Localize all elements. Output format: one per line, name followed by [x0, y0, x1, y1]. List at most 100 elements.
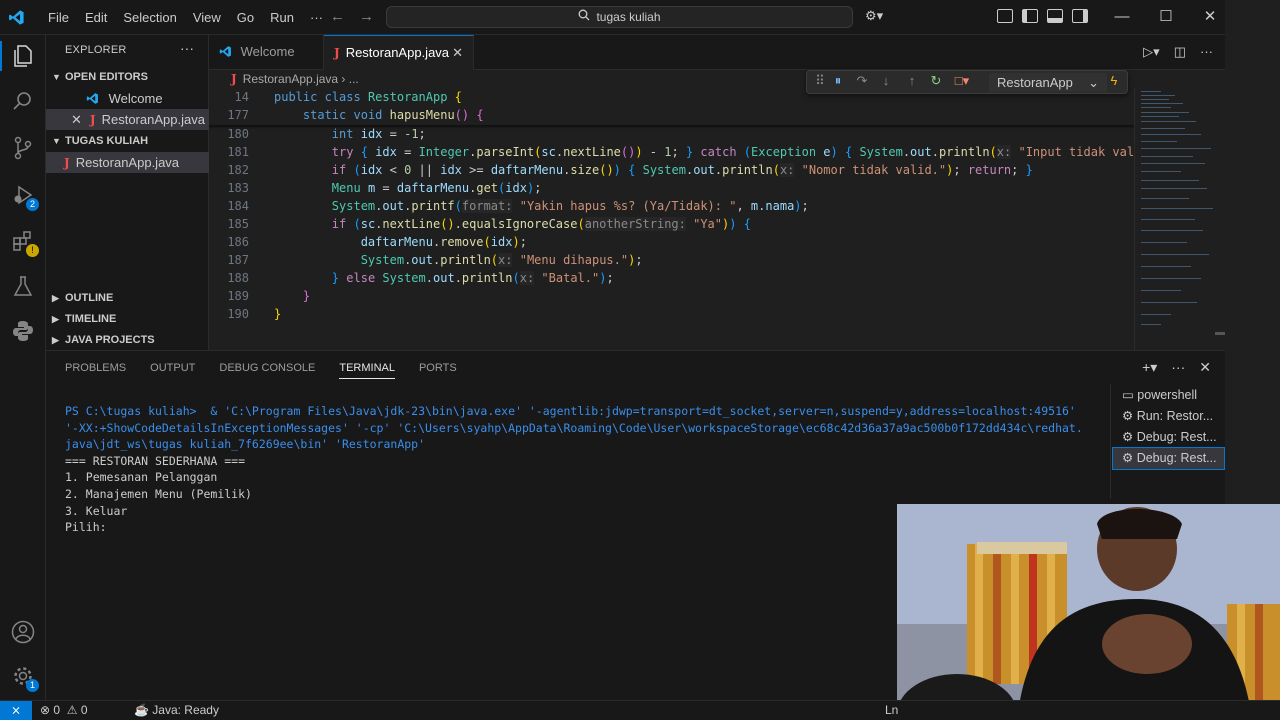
java-projects-label: JAVA PROJECTS	[65, 334, 155, 346]
customize-layout-icon[interactable]	[997, 9, 1013, 23]
code-editor[interactable]: 179 System.out.print(s: "Pilih nomor men…	[209, 88, 1134, 350]
explorer-header: EXPLORER	[65, 44, 127, 56]
outline-label: OUTLINE	[65, 292, 114, 304]
search-icon[interactable]	[11, 90, 35, 114]
toggle-panel-icon[interactable]	[1047, 9, 1063, 23]
window-controls: — ☐ ✕	[1100, 0, 1232, 35]
timeline-label: TIMELINE	[65, 313, 117, 325]
toggle-secondary-sidebar-icon[interactable]	[1072, 9, 1088, 23]
breadcrumb-more[interactable]: ...	[349, 72, 359, 86]
terminal-line-args: '-XX:+ShowCodeDetailsInExceptionMessages…	[65, 420, 1110, 437]
menu-file[interactable]: File	[40, 10, 77, 25]
menu-view[interactable]: View	[185, 10, 229, 25]
maximize-icon[interactable]: ☐	[1144, 0, 1188, 35]
line-number: 190	[227, 307, 249, 321]
close-tab-icon[interactable]: ✕	[452, 36, 463, 69]
error-icon: ⊗	[40, 703, 51, 717]
source-control-icon[interactable]	[11, 136, 35, 160]
tab-restoranapp[interactable]: J RestoranApp.java ✕	[324, 35, 474, 70]
problems-status[interactable]: ⊗ 0 ⚠ 0	[40, 701, 88, 720]
open-editors-label: OPEN EDITORS	[65, 71, 148, 83]
step-out-icon[interactable]: ↑	[903, 73, 921, 88]
extensions-icon[interactable]: !	[11, 230, 39, 257]
menu-run[interactable]: Run	[262, 10, 302, 25]
tab-problems[interactable]: PROBLEMS	[65, 362, 126, 379]
minimap-line	[1141, 95, 1175, 96]
minimap-line	[1141, 171, 1181, 172]
close-panel-icon[interactable]: ✕	[1199, 359, 1211, 376]
editor-actions: ▷▾ ◫ ···	[1143, 44, 1213, 60]
stop-icon[interactable]: □▾	[953, 73, 971, 89]
minimap-line	[1141, 266, 1191, 267]
command-center-search[interactable]: tugas kuliah	[386, 6, 853, 28]
open-editor-welcome[interactable]: Welcome	[46, 88, 209, 109]
java-file-icon: J	[89, 113, 96, 127]
tab-debug-console[interactable]: DEBUG CONSOLE	[219, 362, 315, 379]
copilot-icon[interactable]: ⚙▾	[865, 8, 883, 24]
line-number: 186	[227, 235, 249, 249]
menu-edit[interactable]: Edit	[77, 10, 115, 25]
tab-terminal[interactable]: TERMINAL	[339, 362, 395, 379]
minimap-line	[1141, 107, 1171, 108]
menu-selection[interactable]: Selection	[115, 10, 184, 25]
menu-go[interactable]: Go	[229, 10, 262, 25]
toggle-sidebar-icon[interactable]	[1022, 9, 1038, 23]
forward-arrow-icon[interactable]: →	[359, 8, 374, 25]
java-status[interactable]: ☕ Java: Ready	[134, 701, 219, 720]
run-debug-icon[interactable]: 2	[11, 184, 39, 211]
step-over-icon[interactable]: ↷	[853, 73, 871, 89]
explorer-icon[interactable]	[11, 44, 35, 68]
terminal-line-prompt: PS C:\tugas kuliah> & 'C:\Program Files\…	[65, 403, 1110, 420]
terminal-icon: ▭	[1122, 388, 1138, 402]
tab-welcome[interactable]: Welcome	[209, 35, 324, 70]
terminal-item-debug[interactable]: ⚙ Debug: Rest...	[1113, 427, 1224, 448]
open-editor-restoranapp[interactable]: ✕ J RestoranApp.java	[46, 109, 209, 130]
tab-output[interactable]: OUTPUT	[150, 362, 195, 379]
drag-handle-icon[interactable]: ⠿	[811, 73, 829, 89]
close-editor-icon[interactable]: ✕	[71, 112, 82, 127]
hot-code-replace-icon[interactable]: ϟ	[1105, 73, 1123, 88]
remote-indicator-icon[interactable]: ⨯	[0, 701, 32, 720]
terminal-item-label: Debug: Rest...	[1136, 451, 1217, 465]
timeline-section[interactable]: ▶ TIMELINE	[46, 309, 209, 330]
minimap-line	[1141, 254, 1209, 255]
more-actions-icon[interactable]: ···	[1171, 359, 1185, 376]
file-restoranapp[interactable]: J RestoranApp.java	[46, 152, 209, 173]
debug-badge: 2	[26, 198, 39, 211]
folder-section[interactable]: ▼ TUGAS KULIAH	[46, 131, 209, 152]
settings-gear-icon[interactable]: 1	[11, 665, 39, 692]
step-into-icon[interactable]: ↓	[877, 73, 895, 88]
cursor-position[interactable]: Ln	[885, 701, 898, 720]
tab-ports[interactable]: PORTS	[419, 362, 457, 379]
debug-session-select[interactable]: RestoranApp ⌄	[989, 73, 1107, 92]
more-actions-icon[interactable]: ···	[1200, 44, 1213, 60]
account-icon[interactable]	[11, 620, 35, 644]
minimize-icon[interactable]: —	[1100, 0, 1144, 35]
minimap[interactable]	[1134, 88, 1225, 350]
testing-flask-icon[interactable]	[11, 275, 35, 299]
menu-more[interactable]: ···	[302, 10, 331, 25]
terminal-item-powershell[interactable]: ▭ powershell	[1113, 385, 1224, 406]
gear-icon: ⚙	[1122, 430, 1137, 444]
sticky-shadow	[209, 125, 1134, 129]
minimap-line	[1141, 314, 1171, 315]
restart-icon[interactable]: ↻	[927, 73, 945, 89]
split-editor-icon[interactable]: ◫	[1174, 44, 1186, 60]
breadcrumb-file[interactable]: RestoranApp.java	[243, 72, 338, 86]
java-projects-section[interactable]: ▶ JAVA PROJECTS	[46, 330, 209, 351]
outline-section[interactable]: ▶ OUTLINE	[46, 288, 209, 309]
minimap-line	[1141, 242, 1187, 243]
open-editors-section[interactable]: ▼ OPEN EDITORS	[46, 67, 209, 88]
line-number: 185	[227, 217, 249, 231]
python-icon[interactable]	[11, 320, 35, 344]
terminal-item-debug-active[interactable]: ⚙ Debug: Rest...	[1112, 447, 1225, 470]
back-arrow-icon[interactable]: ←	[330, 8, 345, 25]
new-terminal-icon[interactable]: +▾	[1142, 359, 1157, 376]
pause-icon[interactable]: ⏸	[829, 73, 847, 89]
more-actions-icon[interactable]: ···	[180, 40, 194, 56]
close-window-icon[interactable]: ✕	[1188, 0, 1232, 35]
error-count: 0	[53, 703, 61, 717]
run-file-icon[interactable]: ▷▾	[1143, 44, 1160, 60]
minimap-slider[interactable]	[1215, 332, 1225, 335]
terminal-item-run[interactable]: ⚙ Run: Restor...	[1113, 406, 1224, 427]
